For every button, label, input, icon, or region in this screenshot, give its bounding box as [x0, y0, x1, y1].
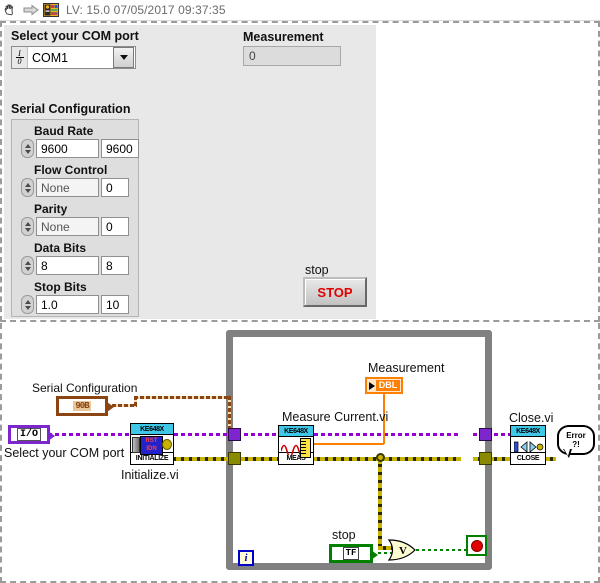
initialize-vi-node[interactable]: KE648X RST IDN INITIALIZE: [130, 423, 174, 465]
parity-stepper[interactable]: [21, 217, 34, 236]
data-bits-field[interactable]: 8: [36, 256, 99, 275]
io-terminal-label: Select your COM port: [4, 446, 125, 460]
stop-button-label: stop: [305, 263, 329, 277]
io-refnum-icon: I 0: [12, 47, 28, 68]
baud-rate-stepper[interactable]: [21, 139, 34, 158]
measurement-indicator-terminal[interactable]: DBL: [365, 377, 403, 394]
measurement-datatype: DBL: [376, 380, 400, 391]
cluster-wire-h2: [134, 396, 231, 399]
data-bits-label: Data Bits: [34, 241, 87, 255]
baud-rate-field[interactable]: 9600: [36, 139, 99, 158]
flow-control-stepper[interactable]: [21, 178, 34, 197]
baud-rate-numeric[interactable]: 9600: [101, 139, 139, 158]
stop-button[interactable]: STOP: [303, 277, 367, 307]
data-bits-numeric[interactable]: 8: [101, 256, 129, 275]
cluster-wire-v1: [228, 396, 231, 432]
error-wire-branch-dot: [376, 453, 385, 462]
stop-bits-numeric[interactable]: 10: [101, 295, 129, 314]
com-port-ring-control[interactable]: I 0 COM1: [11, 46, 136, 69]
parity-label: Parity: [34, 202, 68, 216]
io-glyph-top: I: [18, 49, 21, 58]
stop-sign-icon: [470, 539, 483, 552]
measure-current-vi-header: KE648X: [279, 426, 313, 437]
boolean-wire-out: [416, 549, 466, 551]
measurement-indicator-label: Measurement: [368, 361, 445, 375]
stop-boolean-terminal[interactable]: TF: [329, 544, 378, 563]
stop-terminal-label: stop: [332, 528, 356, 542]
measure-current-vi-node[interactable]: KE648X MEAS: [278, 425, 314, 465]
data-bits-stepper[interactable]: [21, 256, 34, 275]
com-port-label: Select your COM port: [11, 29, 139, 43]
close-vi-caption: Close.vi: [509, 411, 554, 425]
iteration-terminal[interactable]: i: [238, 550, 254, 566]
serial-configuration-label: Serial Configuration: [11, 102, 131, 116]
stop-terminal-glyph: TF: [342, 547, 360, 560]
flow-control-numeric[interactable]: 0: [101, 178, 129, 197]
window-title: LV: 15.0 07/05/2017 09:37:35: [66, 3, 226, 17]
visa-tunnel-left[interactable]: [228, 428, 241, 441]
error-handler-node[interactable]: Error ?!: [556, 425, 595, 459]
error-wire-branch-v: [378, 459, 382, 548]
measurement-label: Measurement: [243, 30, 324, 44]
io-terminal-glyph: I/O: [16, 428, 41, 441]
serial-config-terminal[interactable]: 90B: [56, 396, 114, 416]
initialize-vi-header: KE648X: [131, 424, 173, 435]
serial-config-terminal-label: Serial Configuration: [32, 381, 138, 395]
parity-field[interactable]: None: [36, 217, 99, 236]
initialize-badge-line2: IDN: [146, 446, 157, 452]
stop-bits-stepper[interactable]: [21, 295, 34, 314]
title-bar: LV: 15.0 07/05/2017 09:37:35: [0, 0, 600, 21]
close-vi-node[interactable]: KE648X CLOSE: [510, 425, 546, 465]
close-vi-icon: [511, 437, 545, 453]
flow-control-field[interactable]: None: [36, 178, 99, 197]
error-tunnel-right[interactable]: [479, 452, 492, 465]
stop-bits-label: Stop Bits: [34, 280, 87, 294]
measurement-wire-h: [313, 443, 384, 445]
measure-current-vi-caption: Measure Current.vi: [282, 410, 389, 424]
loop-condition-terminal[interactable]: [466, 535, 487, 556]
visa-wire-left: [48, 433, 131, 436]
visa-tunnel-right[interactable]: [479, 428, 492, 441]
initialize-vi-icon: RST IDN: [131, 435, 173, 455]
error-tunnel-left[interactable]: [228, 452, 241, 465]
while-loop-border: [226, 330, 492, 570]
io-refnum-terminal[interactable]: I/O: [8, 425, 55, 444]
stop-bits-field[interactable]: 1.0: [36, 295, 99, 314]
error-handler-line2: ?!: [572, 440, 580, 449]
flow-control-label: Flow Control: [34, 163, 108, 177]
measurement-indicator: 0: [243, 46, 341, 66]
hand-cursor-icon: [4, 4, 14, 16]
serial-configuration-cluster: Baud Rate 9600 9600 Flow Control None 0 …: [11, 119, 139, 317]
close-vi-header: KE648X: [511, 426, 545, 437]
baud-rate-label: Baud Rate: [34, 124, 94, 138]
labview-vi-icon[interactable]: [43, 2, 59, 18]
com-port-value: COM1: [32, 50, 69, 65]
or-gate-node[interactable]: V: [387, 538, 417, 562]
initialize-vi-caption: Initialize.vi: [121, 468, 179, 482]
io-glyph-bottom: 0: [17, 57, 22, 66]
initialize-badge-line1: RST: [145, 438, 158, 444]
measure-current-vi-icon: [279, 437, 313, 458]
error-handler-line1: Error: [566, 431, 586, 440]
cluster-glyph: 90B: [73, 401, 91, 411]
parity-numeric[interactable]: 0: [101, 217, 129, 236]
svg-text:V: V: [399, 545, 407, 557]
arrow-right-icon: [23, 4, 39, 16]
chevron-down-icon[interactable]: [113, 47, 134, 68]
